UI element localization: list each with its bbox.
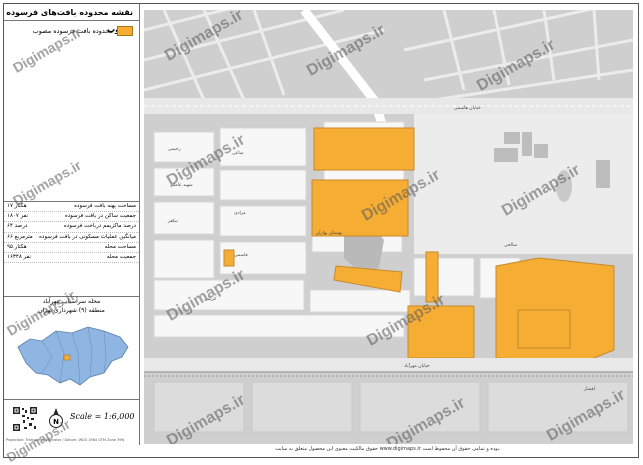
worn-block [313,127,415,171]
street-label: رحیمی [168,147,181,152]
street-label: خیابان مهرآباد [404,363,430,369]
stat-row: ۱۸۰۷ نفر جمعیت ساکن در بافت فرسوده [4,212,139,223]
worn-block [223,249,235,267]
map-title: نقشه محدوده بافت‌های فرسوده مصوب [4,4,139,34]
legend-swatch [117,26,133,36]
street-label: صالحی [504,243,517,248]
stat-row: ۶۴ درصد درصد ماکزیمم درباخت فرسوده [4,222,139,233]
street-label: بوستان بهاران [316,231,342,236]
street-label: افشار [583,387,595,392]
map-canvas[interactable]: خیابان هاشمی خیابان مهرآباد رحیمی ساعی م… [144,10,633,444]
street-label: نیکفر [167,218,178,224]
statistics-table: ۱۷ هکتار مساحت پهنه بافت فرسوده ۱۸۰۷ نفر ج… [4,201,139,264]
stat-row: ۱۶۳۴۸ نفر جمعیت محله [4,253,139,264]
scale-text: Scale = 1:6,000 [70,412,135,421]
copyright-footer: حقوق مالکیت معنوی این محصول متعلق به سای… [275,446,501,452]
street-label: خیابان هاشمی [454,106,481,111]
stat-row: ۹۵ هکتار مساحت محله [4,243,139,253]
map-svg: خیابان هاشمی خیابان مهرآباد رحیمی ساعی م… [144,10,633,444]
neighborhood-highlight [63,354,71,361]
street-label: قاسمی [234,253,248,258]
street-label: مرادی [234,211,246,216]
stat-row: ۶۶ مترمربع میانگین عملیات مسکونی در بافت … [4,233,139,243]
qr-code-icon[interactable] [12,406,38,432]
worn-block [517,309,571,349]
bottom-highway [144,358,633,372]
